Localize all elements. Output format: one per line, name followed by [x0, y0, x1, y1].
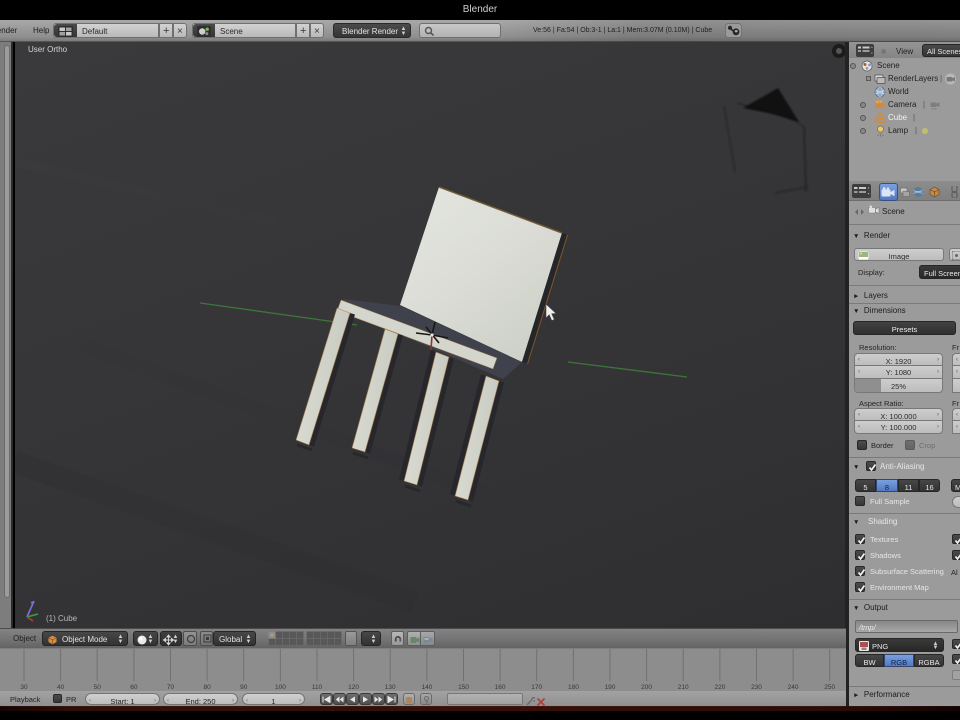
svg-text:150: 150: [458, 684, 469, 691]
svg-text:130: 130: [385, 684, 396, 691]
svg-text:30: 30: [20, 684, 28, 691]
svg-text:100: 100: [275, 684, 286, 691]
svg-text:180: 180: [568, 684, 579, 691]
svg-text:240: 240: [788, 684, 799, 691]
svg-text:170: 170: [531, 684, 542, 691]
svg-text:70: 70: [167, 684, 175, 691]
svg-text:90: 90: [240, 684, 248, 691]
svg-text:210: 210: [678, 684, 689, 691]
svg-text:190: 190: [605, 684, 616, 691]
svg-text:120: 120: [348, 684, 359, 691]
svg-text:50: 50: [94, 684, 102, 691]
svg-text:220: 220: [714, 684, 725, 691]
svg-text:60: 60: [130, 684, 138, 691]
svg-text:140: 140: [421, 684, 432, 691]
svg-text:110: 110: [312, 684, 323, 691]
svg-text:160: 160: [495, 684, 506, 691]
svg-text:230: 230: [751, 684, 762, 691]
svg-text:250: 250: [824, 684, 835, 691]
svg-text:200: 200: [641, 684, 652, 691]
svg-text:80: 80: [203, 684, 211, 691]
svg-text:40: 40: [57, 684, 65, 691]
